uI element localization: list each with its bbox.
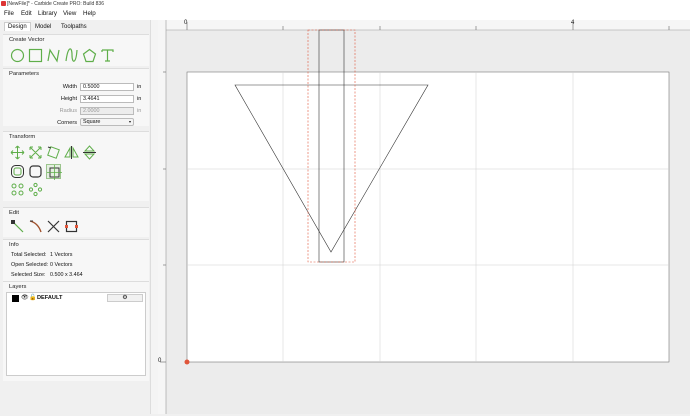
circle-icon[interactable]: [10, 48, 25, 63]
rectangle-icon[interactable]: [28, 48, 43, 63]
menu-view[interactable]: View: [63, 10, 76, 17]
selected-size-value: 0.500 x 3.464: [50, 272, 83, 278]
create-vector-panel: Create Vector: [3, 34, 149, 66]
open-selected-row: Open Selected: 0 Vectors: [11, 262, 72, 268]
total-selected-label: Total Selected:: [11, 252, 47, 258]
selected-size-label: Selected Size:: [11, 272, 46, 278]
height-unit: in: [137, 96, 142, 102]
transform-panel: Transform: [3, 131, 149, 201]
knife-icon[interactable]: [28, 219, 43, 234]
fillet-icon[interactable]: [28, 164, 43, 179]
curve-icon[interactable]: [64, 48, 79, 63]
rotate-icon[interactable]: [46, 145, 61, 160]
design-sidebar: Create Vector Parameters Width 0.5000 in…: [3, 31, 149, 407]
menu-help[interactable]: Help: [83, 10, 96, 17]
text-icon[interactable]: [100, 48, 115, 63]
polygon-icon[interactable]: [82, 48, 97, 63]
corners-value: Square: [83, 119, 101, 125]
width-field[interactable]: 0.5000: [80, 83, 134, 91]
ruler-label-4: 4: [571, 20, 575, 26]
menu-edit[interactable]: Edit: [21, 10, 32, 17]
total-selected-value: 1 Vectors: [50, 252, 73, 258]
trim-icon[interactable]: [46, 219, 61, 234]
radius-label: Radius: [59, 108, 77, 114]
info-panel: Info Total Selected: 1 Vectors Open Sele…: [3, 239, 149, 283]
edit-panel: Edit: [3, 207, 149, 237]
join-icon[interactable]: [64, 219, 79, 234]
align-icon[interactable]: [46, 164, 62, 180]
corners-select[interactable]: Square ▾: [80, 118, 134, 126]
height-label: Height: [60, 96, 77, 102]
eye-icon[interactable]: 👁: [21, 294, 29, 301]
mirror-icon[interactable]: [64, 145, 79, 160]
node-edit-icon[interactable]: [10, 219, 25, 234]
tab-design[interactable]: Design: [4, 22, 31, 31]
canvas-svg: [158, 20, 690, 414]
open-selected-label: Open Selected:: [11, 262, 49, 268]
total-selected-row: Total Selected: 1 Vectors: [11, 252, 72, 258]
panel-title: Transform: [9, 134, 36, 140]
polyline-icon[interactable]: [46, 48, 61, 63]
layers-panel: Layers 👁 🔓 DEFAULT ⚙: [3, 281, 149, 381]
open-selected-value: 0 Vectors: [50, 262, 73, 268]
panel-title: Edit: [9, 210, 19, 216]
offset-icon[interactable]: [10, 164, 25, 179]
menu-file[interactable]: File: [4, 10, 14, 17]
design-canvas[interactable]: 0 4 0: [158, 20, 690, 414]
layer-color-swatch[interactable]: [12, 295, 19, 302]
radius-field: 2.0000: [80, 107, 134, 115]
panel-title: Info: [9, 242, 19, 248]
layer-row[interactable]: 👁 🔓 DEFAULT ⚙: [7, 294, 145, 303]
scale-icon[interactable]: [28, 145, 43, 160]
window-title: [NewFile]* - Carbide Create PRO: Build 8…: [7, 1, 104, 7]
panel-title: Parameters: [9, 71, 39, 77]
array-icon[interactable]: [10, 182, 25, 197]
menu-library[interactable]: Library: [38, 10, 57, 17]
lock-icon[interactable]: 🔓: [29, 294, 36, 301]
tab-model[interactable]: Model: [32, 23, 54, 31]
panel-title: Create Vector: [9, 37, 45, 43]
layer-name: DEFAULT: [37, 295, 63, 301]
selected-size-row: Selected Size: 0.500 x 3.464: [11, 272, 83, 278]
app-icon: [1, 1, 6, 6]
title-bar: [NewFile]* - Carbide Create PRO: Build 8…: [0, 0, 690, 9]
circular-array-icon[interactable]: [28, 182, 43, 197]
tab-toolpaths[interactable]: Toolpaths: [58, 23, 90, 31]
gear-icon[interactable]: ⚙: [107, 294, 143, 302]
layers-list: 👁 🔓 DEFAULT ⚙: [6, 292, 146, 376]
radius-unit: in: [137, 108, 142, 114]
flip-icon[interactable]: [82, 145, 97, 160]
corners-label: Corners: [57, 120, 77, 126]
panel-title: Layers: [9, 284, 27, 290]
width-label: Width: [62, 84, 77, 90]
ruler-label-left-0: 0: [158, 358, 162, 364]
move-icon[interactable]: [10, 145, 25, 160]
ruler-label-0: 0: [184, 20, 188, 26]
parameters-panel: Parameters Width 0.5000 in Height 3.4641…: [3, 68, 149, 126]
sidebar-divider: [150, 20, 158, 414]
height-field[interactable]: 3.4641: [80, 95, 134, 103]
width-unit: in: [137, 84, 142, 90]
menu-bar: File Edit Library View Help: [0, 9, 690, 20]
chevron-down-icon: ▾: [128, 119, 131, 124]
